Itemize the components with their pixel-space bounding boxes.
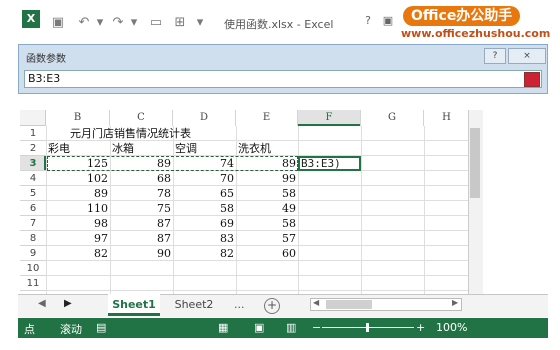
selection-marquee (47, 156, 298, 171)
brand-watermark: Office办公助手 www.officezhushou.com (395, 2, 558, 40)
data-cell[interactable]: 83 (173, 231, 236, 246)
page-layout-view-icon[interactable]: ▣ (254, 321, 264, 334)
column-header-g[interactable]: G (361, 110, 424, 126)
undo-icon[interactable]: ↶ (76, 14, 92, 30)
tab-sheet1[interactable]: Sheet1 (108, 294, 160, 316)
row-header-1[interactable]: 1 (20, 126, 46, 141)
row-header-8[interactable]: 8 (20, 231, 46, 246)
data-cell[interactable]: 58 (173, 201, 236, 216)
horizontal-scroll-thumb[interactable] (326, 300, 372, 309)
data-cell[interactable]: 75 (110, 201, 173, 216)
data-cell[interactable]: 57 (236, 231, 298, 246)
data-cell[interactable]: 97 (46, 231, 110, 246)
data-cell[interactable]: 58 (236, 216, 298, 231)
data-cell[interactable]: 49 (236, 201, 298, 216)
data-cell[interactable]: 98 (46, 216, 110, 231)
row-header-5[interactable]: 5 (20, 186, 46, 201)
data-cell[interactable]: 102 (46, 171, 110, 186)
status-scroll-lock: 滚动 (60, 323, 82, 336)
redo-icon[interactable]: ↷ (110, 14, 126, 30)
macro-record-icon[interactable]: ▤ (96, 321, 106, 334)
select-all-corner[interactable] (20, 110, 46, 126)
data-cell[interactable]: 87 (110, 216, 173, 231)
ribbon-display-icon[interactable]: ▣ (380, 14, 396, 28)
zoom-slider-knob[interactable] (366, 323, 369, 332)
header-cell[interactable]: 彩电 (48, 141, 110, 156)
data-cell[interactable]: 58 (236, 186, 298, 201)
dialog-close-button[interactable]: × (508, 48, 546, 64)
row-header-4[interactable]: 4 (20, 171, 46, 186)
tab-sheet2[interactable]: Sheet2 (166, 294, 222, 316)
row-header-9[interactable]: 9 (20, 246, 46, 261)
data-cell[interactable]: 90 (110, 246, 173, 261)
help-button[interactable]: ? (360, 14, 376, 28)
header-cell[interactable]: 冰箱 (112, 141, 173, 156)
document-title: 使用函数.xlsx - Excel (224, 18, 334, 31)
brand-url: www.officezhushou.com (401, 27, 551, 40)
expand-dialog-icon[interactable] (524, 72, 540, 87)
header-cell[interactable]: 洗衣机 (238, 141, 298, 156)
row-header-6[interactable]: 6 (20, 201, 46, 216)
brand-name: Office办公助手 (403, 6, 521, 26)
grid-line-h (46, 275, 470, 276)
column-header-e[interactable]: E (236, 110, 298, 126)
data-cell[interactable]: 65 (173, 186, 236, 201)
customize-qat-icon[interactable]: ▾ (192, 14, 208, 30)
page-break-view-icon[interactable]: ▥ (286, 321, 296, 334)
undo-dropdown-icon[interactable]: ▾ (92, 14, 108, 30)
dialog-title: 函数参数 (26, 54, 66, 65)
tab-next-icon[interactable]: ▶ (64, 298, 72, 309)
data-cell[interactable]: 69 (173, 216, 236, 231)
range-input-value: B3:E3 (28, 72, 61, 85)
vertical-scroll-thumb[interactable] (470, 128, 480, 198)
row-header-3[interactable]: 3 (20, 156, 46, 171)
scroll-right-icon[interactable]: ▶ (452, 298, 458, 307)
form-icon[interactable]: ⊞ (172, 14, 188, 30)
data-cell[interactable]: 60 (236, 246, 298, 261)
data-cell[interactable]: 89 (46, 186, 110, 201)
row-header-10[interactable]: 10 (20, 261, 46, 276)
data-cell[interactable]: 82 (46, 246, 110, 261)
status-mode: 点 (24, 323, 35, 336)
normal-view-icon[interactable]: ▦ (218, 321, 228, 334)
active-cell-formula: B3:E3) (301, 157, 341, 170)
sheet-title-cell[interactable]: 元月门店销售情况统计表 (70, 126, 310, 141)
zoom-level[interactable]: 100% (436, 321, 467, 334)
column-header-b[interactable]: B (46, 110, 110, 126)
header-cell[interactable]: 空调 (175, 141, 236, 156)
more-sheets-button[interactable]: ... (234, 298, 245, 311)
data-cell[interactable]: 78 (110, 186, 173, 201)
data-cell[interactable]: 68 (110, 171, 173, 186)
column-header-c[interactable]: C (110, 110, 173, 126)
row-header-7[interactable]: 7 (20, 216, 46, 231)
data-cell[interactable]: 70 (173, 171, 236, 186)
save-icon[interactable]: ▣ (50, 14, 66, 30)
column-header-f[interactable]: F (298, 110, 361, 126)
scroll-left-icon[interactable]: ◀ (313, 298, 319, 307)
add-sheet-button[interactable]: + (264, 298, 280, 314)
row-header-11[interactable]: 11 (20, 276, 46, 291)
data-cell[interactable]: 99 (236, 171, 298, 186)
grid-line-v (361, 126, 362, 294)
data-cell[interactable]: 110 (46, 201, 110, 216)
column-header-d[interactable]: D (173, 110, 236, 126)
zoom-out-button[interactable]: − (312, 321, 321, 334)
range-input[interactable] (24, 70, 542, 88)
tab-prev-icon[interactable]: ◀ (38, 298, 46, 309)
zoom-in-button[interactable]: + (416, 321, 425, 334)
row-header-2[interactable]: 2 (20, 141, 46, 156)
data-cell[interactable]: 82 (173, 246, 236, 261)
grid-line-v (424, 126, 425, 294)
grid-line-h (46, 290, 470, 291)
excel-logo-icon: X (22, 10, 40, 28)
dialog-help-button[interactable]: ? (484, 48, 506, 64)
redo-dropdown-icon[interactable]: ▾ (126, 14, 142, 30)
grid-line-v (298, 126, 299, 294)
column-header-h[interactable]: H (424, 110, 470, 126)
sheet-tabs-bar (18, 294, 548, 317)
open-icon[interactable]: ▭ (148, 14, 164, 30)
data-cell[interactable]: 87 (110, 231, 173, 246)
